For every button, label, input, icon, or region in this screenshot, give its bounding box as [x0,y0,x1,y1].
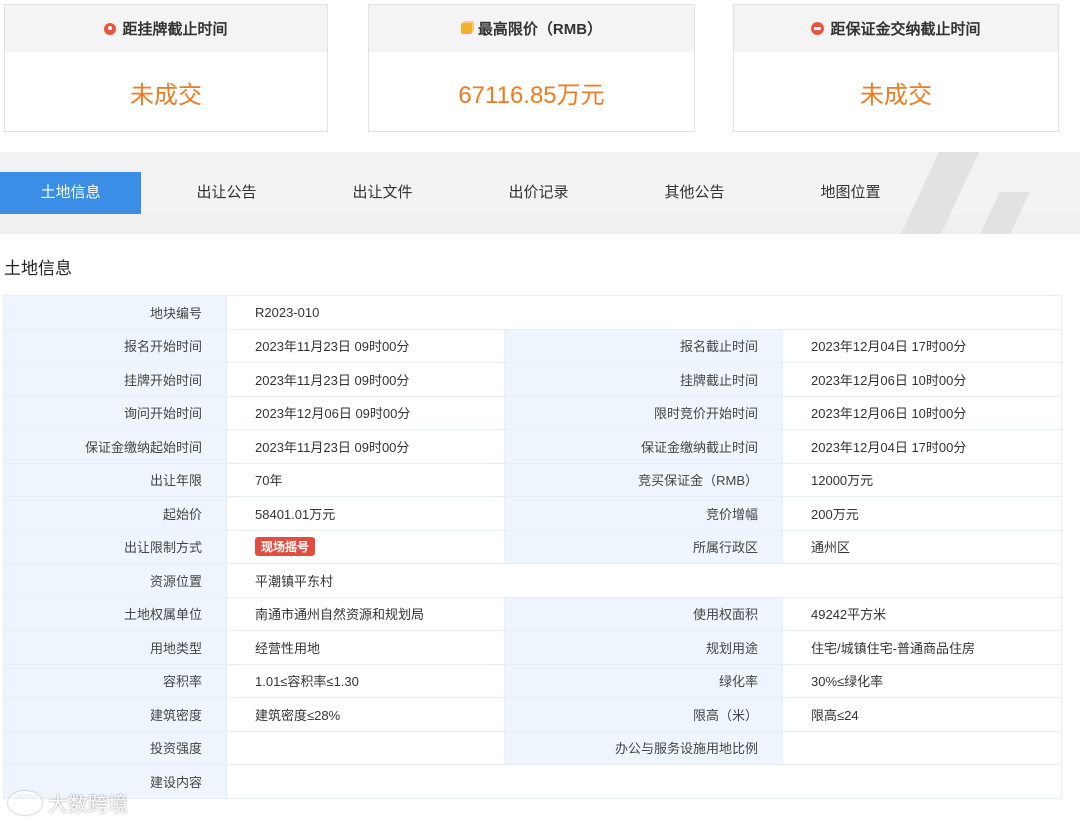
field-value: 住宅/城镇住宅-普通商品住房 [782,630,1062,665]
field-value: 200万元 [782,496,1062,531]
field-value: 12000万元 [782,462,1062,497]
field-label: 竞买保证金（RMB） [504,462,783,497]
field-value: 通州区 [782,529,1062,564]
field-label: 询问开始时间 [3,395,227,430]
deposit-deadline-card: 距保证金交纳截止时间 未成交 [733,4,1059,132]
money-bag-icon [811,22,825,35]
coin-icon [460,23,472,34]
field-label: 绿化率 [504,663,783,698]
table-row: 资源位置 平潮镇平东村 [3,563,1062,598]
field-label: 报名截止时间 [504,328,783,363]
divider [0,214,1080,234]
field-value: 南通市通州自然资源和规划局 [226,596,505,631]
card-value: 未成交 [860,81,932,109]
field-label: 建筑密度 [3,697,227,732]
field-label: 保证金缴纳起始时间 [3,429,227,464]
field-value: 2023年12月06日 09时00分 [226,395,505,430]
field-label: 容积率 [3,663,227,698]
field-label: 报名开始时间 [3,328,227,363]
watermark-text: 大数跨境 [48,794,128,816]
divider [0,152,1080,172]
card-value: 67116.85万元 [458,81,605,109]
field-value: 限高≤24 [782,697,1062,732]
field-value: 2023年11月23日 09时00分 [226,429,505,464]
land-info-table: 地块编号 R2023-010 报名开始时间 2023年11月23日 09时00分… [3,295,1062,799]
tab-map-location[interactable]: 地图位置 [780,172,921,214]
field-label: 挂牌截止时间 [504,362,783,397]
tab-other-notices[interactable]: 其他公告 [624,172,765,214]
table-row: 用地类型 经营性用地 规划用途 住宅/城镇住宅-普通商品住房 [3,630,1062,665]
field-value: 2023年12月04日 17时00分 [782,429,1062,464]
tab-bar: 土地信息 出让公告 出让文件 出价记录 其他公告 地图位置 [0,172,1080,214]
field-value: 2023年12月04日 17时00分 [782,328,1062,363]
section-title: 土地信息 [4,259,72,278]
field-value: 49242平方米 [782,596,1062,631]
card-title: 最高限价（RMB） [477,21,603,38]
field-label: 限高（米） [504,697,783,732]
field-value: R2023-010 [226,295,1062,330]
field-label: 起始价 [3,496,227,531]
card-value: 未成交 [130,81,202,109]
field-value: 经营性用地 [226,630,505,665]
field-label: 出让年限 [3,462,227,497]
table-row: 地块编号 R2023-010 [3,295,1062,330]
tab-land-info[interactable]: 土地信息 [0,172,141,214]
limit-method-badge: 现场摇号 [255,537,316,557]
card-title: 距保证金交纳截止时间 [830,21,981,38]
field-value: 58401.01万元 [226,496,505,531]
table-row: 建设内容 [3,764,1062,799]
tab-bid-records[interactable]: 出价记录 [468,172,609,214]
field-label: 投资强度 [3,730,227,765]
field-label: 用地类型 [3,630,227,665]
field-value [782,730,1062,765]
field-value [226,730,505,765]
table-row: 询问开始时间 2023年12月06日 09时00分 限时竞价开始时间 2023年… [3,395,1062,430]
field-label: 使用权面积 [504,596,783,631]
field-label: 出让限制方式 [3,529,227,564]
field-value: 70年 [226,462,505,497]
watermark-logo-icon [8,790,42,815]
field-value: 1.01≤容积率≤1.30 [226,663,505,698]
field-value: 2023年12月06日 10时00分 [782,395,1062,430]
table-row: 保证金缴纳起始时间 2023年11月23日 09时00分 保证金缴纳截止时间 2… [3,429,1062,464]
field-value [226,764,1062,799]
listing-deadline-card: 距挂牌截止时间 未成交 [4,4,328,132]
field-label: 限时竞价开始时间 [504,395,783,430]
field-label: 竞价增幅 [504,496,783,531]
summary-band: 距挂牌截止时间 未成交 最高限价（RMB） 67116.85万元 距保证金交纳截… [0,0,1080,152]
clock-icon [104,22,117,35]
tab-transfer-notice[interactable]: 出让公告 [156,172,297,214]
table-row: 出让限制方式 现场摇号 所属行政区 通州区 [3,529,1062,564]
field-value: 2023年11月23日 09时00分 [226,328,505,363]
field-label: 规划用途 [504,630,783,665]
field-value: 平潮镇平东村 [226,563,1062,598]
watermark: 大数跨境 [8,788,128,817]
field-label: 资源位置 [3,563,227,598]
field-label: 保证金缴纳截止时间 [504,429,783,464]
table-row: 土地权属单位 南通市通州自然资源和规划局 使用权面积 49242平方米 [3,596,1062,631]
table-row: 投资强度 办公与服务设施用地比例 [3,730,1062,765]
table-row: 报名开始时间 2023年11月23日 09时00分 报名截止时间 2023年12… [3,328,1062,363]
table-row: 出让年限 70年 竞买保证金（RMB） 12000万元 [3,462,1062,497]
field-label: 挂牌开始时间 [3,362,227,397]
table-row: 起始价 58401.01万元 竞价增幅 200万元 [3,496,1062,531]
field-value: 2023年11月23日 09时00分 [226,362,505,397]
field-value: 建筑密度≤28% [226,697,505,732]
table-row: 挂牌开始时间 2023年11月23日 09时00分 挂牌截止时间 2023年12… [3,362,1062,397]
card-title: 距挂牌截止时间 [122,21,228,38]
tab-transfer-files[interactable]: 出让文件 [312,172,453,214]
field-label: 地块编号 [3,295,227,330]
field-value: 2023年12月06日 10时00分 [782,362,1062,397]
field-value: 30%≤绿化率 [782,663,1062,698]
table-row: 建筑密度 建筑密度≤28% 限高（米） 限高≤24 [3,697,1062,732]
field-label: 所属行政区 [504,529,783,564]
field-label: 土地权属单位 [3,596,227,631]
table-row: 容积率 1.01≤容积率≤1.30 绿化率 30%≤绿化率 [3,663,1062,698]
field-label: 办公与服务设施用地比例 [504,730,783,765]
max-price-card: 最高限价（RMB） 67116.85万元 [368,4,695,132]
